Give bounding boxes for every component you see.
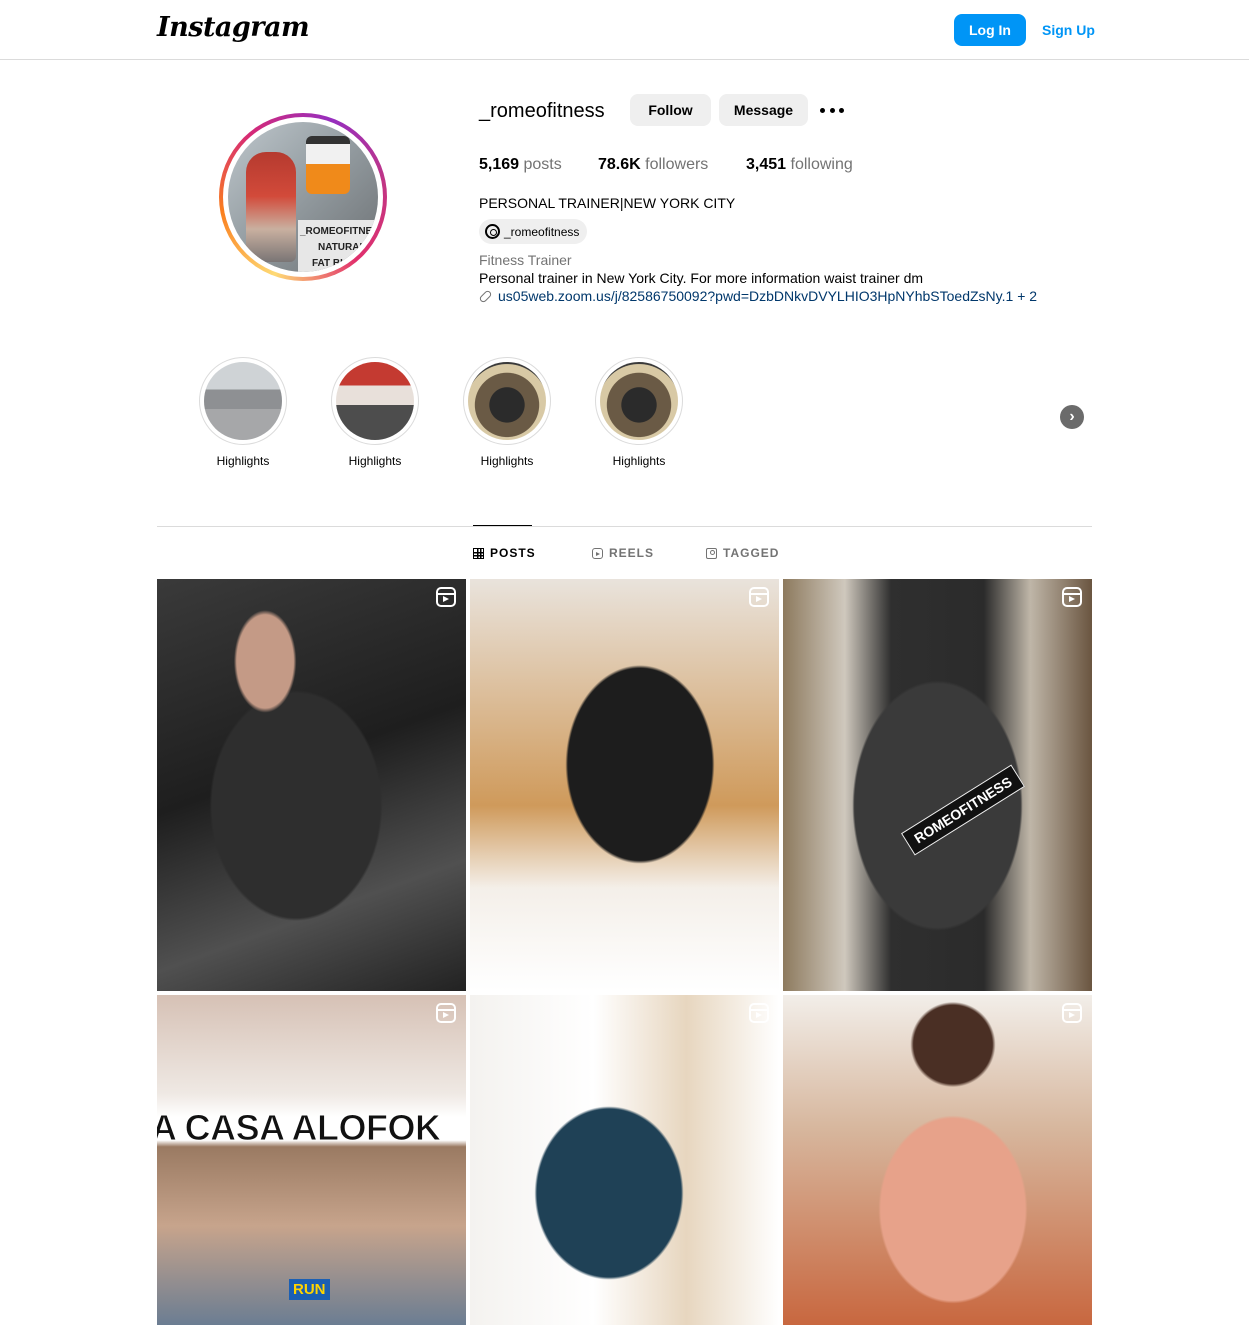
highlight-thumbnail	[336, 362, 414, 440]
reels-icon	[592, 547, 603, 559]
highlight-ring	[331, 357, 419, 445]
tab-tagged-label: TAGGED	[723, 546, 780, 560]
reel-icon	[1062, 1003, 1082, 1023]
profile-link[interactable]: us05web.zoom.us/j/82586750092?pwd=DzbDNk…	[478, 288, 1037, 304]
profile-link-text[interactable]: us05web.zoom.us/j/82586750092?pwd=DzbDNk…	[498, 288, 1037, 304]
profile-category: Fitness Trainer	[479, 252, 572, 268]
threads-badge[interactable]: _romeofitness	[479, 219, 588, 244]
tab-posts[interactable]: POSTS	[473, 546, 536, 560]
post-thumbnail[interactable]: A CASA ALOFOK RUN	[157, 995, 466, 1325]
top-bar: Instagram Log In Sign Up	[0, 0, 1249, 60]
following-count[interactable]: 3,451 following	[746, 156, 853, 174]
post-thumbnail[interactable]	[470, 579, 779, 991]
post-thumbnail[interactable]: ROMEOFITNESS	[783, 579, 1092, 991]
active-tab-indicator	[473, 525, 532, 526]
highlight-item[interactable]: Highlights	[198, 357, 288, 468]
posts-count: 5,169 posts	[479, 156, 562, 174]
following-count-label: following	[790, 156, 853, 173]
profile-username: _romeofitness	[479, 100, 605, 122]
tagged-icon	[706, 547, 717, 559]
tab-tagged[interactable]: TAGGED	[706, 546, 779, 560]
avatar-text-2: NATURAL	[318, 242, 366, 253]
tab-posts-label: POSTS	[490, 546, 536, 560]
highlight-item[interactable]: Highlights	[594, 357, 684, 468]
post-thumbnail[interactable]	[783, 995, 1092, 1325]
link-icon	[478, 288, 493, 304]
avatar-text-3: FAT BURN	[312, 258, 362, 269]
highlight-ring	[595, 357, 683, 445]
highlight-thumbnail	[204, 362, 282, 440]
signup-link[interactable]: Sign Up	[1042, 22, 1095, 38]
highlight-label: Highlights	[612, 454, 666, 468]
avatar-bottle-shape	[306, 136, 350, 194]
instagram-logo[interactable]: Instagram	[157, 12, 310, 43]
reel-icon	[436, 587, 456, 607]
reel-icon	[436, 1003, 456, 1023]
chevron-right-icon[interactable]: ›	[1060, 405, 1084, 429]
reel-icon	[749, 1003, 769, 1023]
avatar-person-shape	[246, 152, 296, 262]
followers-count[interactable]: 78.6K followers	[598, 156, 708, 174]
post-thumbnail[interactable]	[470, 995, 779, 1325]
highlight-thumbnail	[468, 362, 546, 440]
post-thumbnail[interactable]	[157, 579, 466, 991]
highlight-label: Highlights	[348, 454, 402, 468]
more-options-icon[interactable]	[820, 106, 844, 114]
grid-icon	[473, 547, 484, 559]
tab-reels[interactable]: REELS	[592, 546, 654, 560]
highlight-ring	[463, 357, 551, 445]
highlight-label: Highlights	[216, 454, 270, 468]
posts-count-value: 5,169	[479, 156, 520, 173]
profile-bio: Personal trainer in New York City. For m…	[479, 270, 924, 286]
threads-icon	[485, 224, 500, 239]
highlight-item[interactable]: Highlights	[462, 357, 552, 468]
post-overlay-text: ROMEOFITNESS	[900, 764, 1026, 856]
tab-reels-label: REELS	[609, 546, 655, 560]
profile-avatar[interactable]: _ROMEOFITNESS NATURAL FAT BURN	[219, 113, 387, 281]
avatar-text-1: _ROMEOFITNESS	[300, 226, 378, 237]
avatar-border: _ROMEOFITNESS NATURAL FAT BURN	[223, 117, 383, 277]
highlight-label: Highlights	[480, 454, 534, 468]
post-overlay-text: A CASA ALOFOK	[157, 1107, 441, 1149]
followers-count-value: 78.6K	[598, 156, 641, 173]
post-overlay-text: RUN	[289, 1279, 330, 1300]
message-button[interactable]: Message	[719, 94, 808, 126]
reel-icon	[1062, 587, 1082, 607]
follow-button[interactable]: Follow	[630, 94, 711, 126]
login-button[interactable]: Log In	[954, 14, 1026, 46]
highlight-item[interactable]: Highlights	[330, 357, 420, 468]
profile-full-name: PERSONAL TRAINER|NEW YORK CITY	[479, 195, 736, 211]
posts-count-label: posts	[523, 156, 562, 173]
highlight-ring	[199, 357, 287, 445]
reel-icon	[749, 587, 769, 607]
avatar-image: _ROMEOFITNESS NATURAL FAT BURN	[228, 122, 378, 272]
followers-count-label: followers	[645, 156, 709, 173]
highlight-thumbnail	[600, 362, 678, 440]
following-count-value: 3,451	[746, 156, 787, 173]
threads-handle: _romeofitness	[504, 224, 580, 239]
tabs-divider	[157, 526, 1092, 527]
